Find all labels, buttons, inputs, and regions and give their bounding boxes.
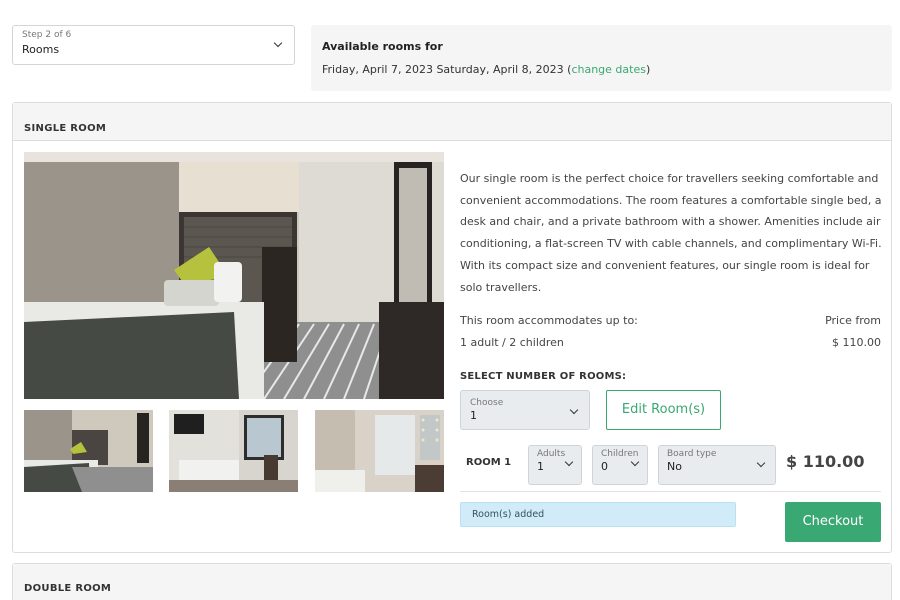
availability-dates-line: Friday, April 7, 2023 Saturday, April 8,… — [322, 63, 881, 76]
adults-select[interactable]: Adults 1 — [528, 445, 582, 485]
room-card-single: SINGLE ROOM Our single room is the perfe… — [12, 102, 892, 553]
room-line-label: ROOM 1 — [466, 457, 512, 468]
price-from-value: $ 110.00 — [832, 336, 881, 349]
edit-rooms-button[interactable]: Edit Room(s) — [606, 390, 721, 430]
room-header: SINGLE ROOM — [13, 103, 891, 141]
board-type-value: No — [667, 460, 682, 473]
room-header: DOUBLE ROOM — [13, 564, 891, 600]
availability-title: Available rooms for — [322, 40, 443, 53]
change-dates-link[interactable]: change dates — [571, 63, 646, 76]
close-paren: ) — [645, 63, 651, 76]
availability-panel: Available rooms for Friday, April 7, 202… — [311, 25, 892, 91]
select-rooms-heading: SELECT NUMBER OF ROOMS: — [460, 371, 627, 382]
board-type-select[interactable]: Board type No — [658, 445, 776, 485]
twin-room-thumbnail-image — [169, 410, 298, 492]
bathroom-thumbnail-image — [315, 410, 444, 492]
divider — [460, 491, 881, 492]
room-title: DOUBLE ROOM — [24, 583, 112, 594]
step-selector-label: Step 2 of 6 — [22, 30, 72, 40]
room-price: $ 110.00 — [786, 452, 865, 471]
board-type-label: Board type — [667, 449, 717, 459]
room-count-value: 1 — [470, 409, 477, 422]
checkout-button[interactable]: Checkout — [785, 502, 881, 542]
children-select[interactable]: Children 0 — [592, 445, 648, 485]
step-selector-value: Rooms — [22, 43, 60, 56]
status-badge: Room(s) added — [460, 502, 736, 527]
accommodates-label: This room accommodates up to: — [460, 314, 638, 327]
room-count-select[interactable]: Choose 1 — [460, 390, 590, 430]
room-count-label: Choose — [470, 398, 504, 408]
accommodates-value: 1 adult / 2 children — [460, 336, 564, 349]
room-thumbnail[interactable] — [169, 410, 298, 492]
bedroom-thumbnail-image — [24, 410, 153, 492]
room-thumbnail[interactable] — [24, 410, 153, 492]
bedroom-photo-image — [24, 152, 444, 399]
availability-dates: Friday, April 7, 2023 Saturday, April 8,… — [322, 63, 564, 76]
room-main-photo[interactable] — [24, 152, 444, 399]
price-from-label: Price from — [825, 314, 881, 327]
step-selector[interactable]: Step 2 of 6 Rooms — [12, 25, 295, 65]
room-title: SINGLE ROOM — [24, 123, 107, 134]
room-card-double: DOUBLE ROOM — [12, 563, 892, 600]
room-thumbnail[interactable] — [315, 410, 444, 492]
room-description: Our single room is the perfect choice fo… — [460, 172, 882, 294]
